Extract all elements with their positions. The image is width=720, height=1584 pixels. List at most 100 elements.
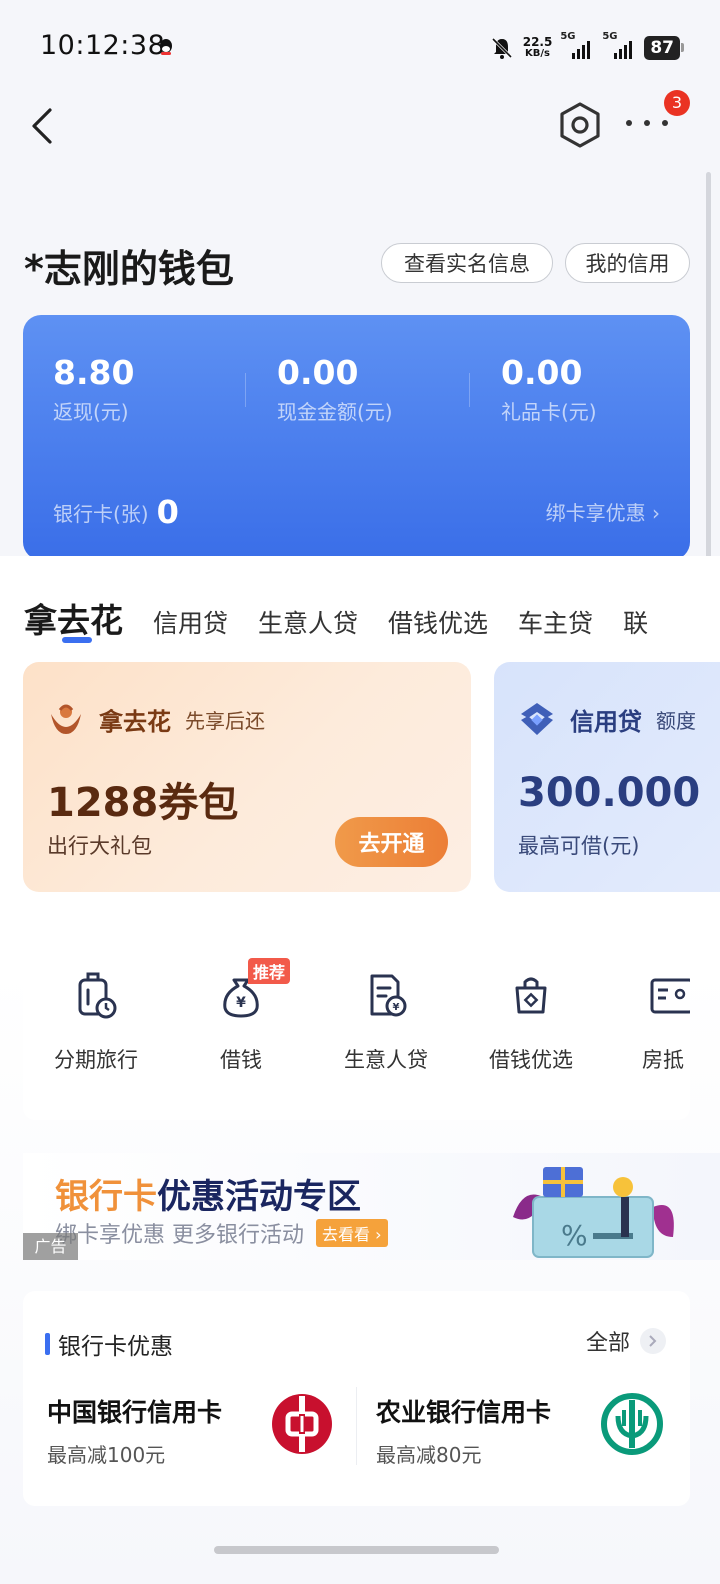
bind-card-link[interactable]: 绑卡享优惠 ›: [546, 497, 660, 526]
svg-text:%: %: [561, 1219, 588, 1252]
divider: [245, 373, 246, 407]
banner-cta-button[interactable]: 去看看 ›: [316, 1219, 388, 1247]
back-arrow-icon[interactable]: [24, 102, 64, 150]
bank-offer: 最高减100元: [47, 1443, 166, 1467]
service-fenqilvxing[interactable]: 分期旅行: [36, 970, 156, 1074]
banner-subtitle: 绑卡享优惠 更多银行活动: [55, 1223, 304, 1248]
banner-title-accent: 银行卡: [55, 1177, 157, 1217]
bank-name: 中国银行信用卡: [47, 1398, 223, 1427]
banner-title: 银行卡优惠活动专区: [55, 1169, 361, 1218]
my-credit-button[interactable]: 我的信用: [565, 243, 690, 283]
notification-badge: 3: [664, 90, 690, 116]
view-realname-button[interactable]: 查看实名信息: [381, 243, 553, 283]
cash-stat[interactable]: 0.00 现金金额(元): [277, 353, 393, 425]
cashback-stat[interactable]: 8.80 返现(元): [53, 353, 134, 425]
qq-icon: [160, 39, 172, 55]
page-title: *志刚的钱包: [24, 247, 234, 291]
bank-name: 农业银行信用卡: [376, 1398, 552, 1427]
status-icons: 22.5 KB/s 5G 5G 87: [489, 31, 684, 64]
service-label: 借钱优选: [489, 1048, 573, 1072]
view-all-button[interactable]: 全部: [586, 1325, 666, 1357]
bank-offers-title: 银行卡优惠: [58, 1334, 173, 1360]
card-header: 信用贷 额度: [518, 700, 696, 738]
signal-icon: 5G: [560, 31, 594, 59]
cash-label: 现金金额(元): [277, 400, 393, 424]
abc-offer[interactable]: 农业银行信用卡 最高减80元: [376, 1393, 551, 1468]
giftcard-stat[interactable]: 0.00 礼品卡(元): [501, 353, 597, 425]
naquhua-desc: 出行大礼包: [47, 834, 152, 858]
ad-tag: 广告: [23, 1233, 78, 1260]
xinyongdai-card[interactable]: 信用贷 额度 300.000 最高可借(元): [494, 662, 720, 892]
settings-icon[interactable]: [556, 100, 604, 150]
tab-jieqianyouxuan[interactable]: 借钱优选: [388, 604, 488, 640]
tab-chezhudai[interactable]: 车主贷: [518, 604, 593, 640]
more-options-button[interactable]: [622, 108, 672, 138]
giftcard-value: 0.00: [501, 353, 583, 392]
cash-value: 0.00: [277, 353, 359, 392]
divider: [356, 1387, 357, 1465]
xinyongdai-logo-icon: [521, 703, 553, 735]
section-title: 银行卡优惠: [45, 1327, 173, 1361]
wallet-summary-card: 8.80 返现(元) 0.00 现金金额(元) 0.00 礼品卡(元) 银行卡(…: [23, 315, 690, 560]
battery-indicator: 87: [644, 36, 684, 60]
view-all-label: 全部: [585, 1331, 630, 1356]
xinyongdai-desc: 最高可借(元): [518, 834, 640, 858]
document-coin-icon: ¥: [370, 974, 407, 1017]
service-label: 借钱: [220, 1048, 262, 1072]
naquhua-name: 拿去花: [99, 707, 171, 736]
title-accent-bar: [45, 1333, 50, 1355]
service-grid: 分期旅行 ¥ 借钱 推荐 ¥ 生意人贷 借钱优选 房抵: [23, 925, 690, 1120]
banner-subtitle-row: 绑卡享优惠 更多银行活动 去看看 ›: [55, 1217, 388, 1249]
xinyongdai-tagline: 额度: [656, 708, 696, 733]
cashback-label: 返现(元): [53, 400, 129, 424]
cashback-value: 8.80: [53, 353, 135, 392]
tab-shengyirendai[interactable]: 生意人贷: [258, 604, 358, 640]
svg-text:¥: ¥: [236, 995, 246, 1011]
shopping-bag-icon: [515, 977, 547, 1014]
chevron-right-icon: ›: [652, 501, 660, 525]
chevron-right-icon: [640, 1328, 666, 1354]
service-jieqian[interactable]: ¥ 借钱: [181, 970, 301, 1074]
abc-logo-icon: [601, 1393, 663, 1455]
active-tab-indicator: [62, 637, 92, 643]
promo-banner[interactable]: 银行卡优惠活动专区 绑卡享优惠 更多银行活动 去看看 › %: [23, 1153, 720, 1260]
service-fangdi[interactable]: 房抵: [616, 970, 690, 1074]
signal-icon: 5G: [602, 31, 636, 59]
service-shengyirendai[interactable]: ¥ 生意人贷: [326, 970, 446, 1074]
home-indicator[interactable]: [214, 1546, 499, 1554]
giftcard-label: 礼品卡(元): [501, 400, 597, 424]
network-type: 5G: [602, 31, 618, 42]
bank-card-count[interactable]: 银行卡(张) 0: [53, 493, 179, 531]
naquhua-logo-icon: [51, 704, 81, 734]
bank-card-label: 银行卡(张): [53, 501, 149, 526]
gift-card-illustration-icon: %: [513, 1167, 674, 1258]
tab-xinyongdai[interactable]: 信用贷: [153, 604, 228, 640]
xinyongdai-highlight: 300.000: [518, 770, 701, 816]
speed-value: 22.5: [522, 35, 553, 49]
bell-muted-icon: [491, 37, 512, 59]
luggage-icon: [78, 972, 117, 1019]
boc-logo-icon: [272, 1394, 332, 1454]
service-label: 房抵: [642, 1048, 684, 1072]
network-type: 5G: [560, 31, 576, 42]
divider: [469, 373, 470, 407]
tab-lian[interactable]: 联: [623, 604, 648, 640]
open-naquhua-button[interactable]: 去开通: [335, 817, 448, 867]
service-label: 分期旅行: [54, 1048, 138, 1072]
tab-naquhua[interactable]: 拿去花: [24, 594, 123, 642]
service-jieqianyouxuan[interactable]: 借钱优选: [471, 970, 591, 1074]
boc-offer[interactable]: 中国银行信用卡 最高减100元: [47, 1393, 222, 1468]
naquhua-tagline: 先享后还: [185, 708, 265, 733]
banner-cta-label: 去看看: [322, 1225, 371, 1244]
svg-text:¥: ¥: [393, 1002, 400, 1013]
bank-offer: 最高减80元: [376, 1443, 482, 1467]
naquhua-card[interactable]: 拿去花 先享后还 1288券包 出行大礼包 去开通: [23, 662, 471, 892]
bind-card-label: 绑卡享优惠: [545, 501, 646, 525]
id-card-icon: [650, 978, 690, 1014]
product-tabs: 拿去花 信用贷 生意人贷 借钱优选 车主贷 联: [24, 594, 648, 642]
bank-offers-section: 银行卡优惠 全部 中国银行信用卡 最高减100元 农业银行信用卡 最高减80元: [23, 1291, 690, 1506]
xinyongdai-name: 信用贷: [570, 707, 642, 736]
status-time: 10:12:38: [40, 30, 166, 61]
recommend-badge: 推荐: [248, 958, 291, 984]
card-header: 拿去花 先享后还: [47, 700, 265, 738]
